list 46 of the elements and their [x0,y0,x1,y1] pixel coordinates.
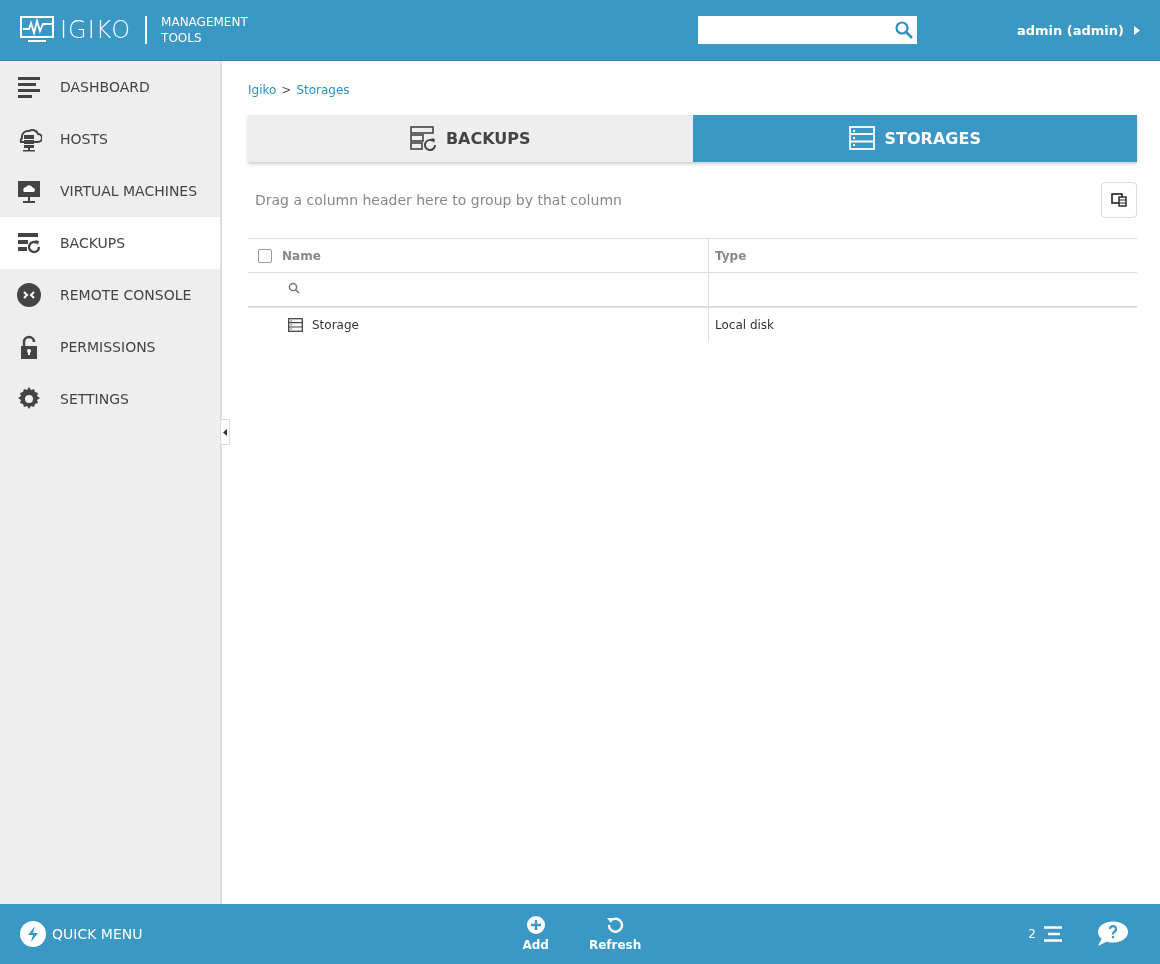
backup-icon [409,126,438,151]
sidebar-item[interactable]: VIRTUAL MACHINES [0,165,220,217]
breadcrumb-link[interactable]: Storages [296,83,350,97]
select-all-checkbox[interactable] [258,248,272,263]
sidebar-item[interactable]: SETTINGS [0,373,220,425]
column-header[interactable]: Name [282,248,321,263]
refresh-button[interactable]: Refresh [588,916,642,952]
logo-icon [20,16,54,44]
tab[interactable]: STORAGES [692,115,1137,162]
group-hint: Drag a column header here to group by that column [255,192,623,208]
search-icon [894,21,913,39]
caret-icon [1134,25,1140,35]
plus-icon [526,916,545,934]
columns-icon [1111,193,1127,207]
sidebar-item[interactable]: REMOTE CONSOLE [0,269,220,321]
sidebar-item[interactable]: HOSTS [0,113,220,165]
column-chooser-button[interactable] [1101,182,1137,218]
help-icon[interactable] [1096,921,1128,947]
nav-icon [16,74,42,100]
storage-icon [288,317,303,332]
task-list-button[interactable]: 2 [1028,926,1062,942]
refresh-icon [606,916,625,934]
list-icon [1044,926,1062,942]
table-cell: Storage [312,317,359,332]
user-name[interactable]: admin (admin) [1016,22,1124,38]
sidebar-item[interactable]: DASHBOARD [0,61,220,113]
logo-subtitle: MANAGEMENT [161,14,248,30]
breadcrumb-separator: > [281,83,292,97]
sidebar-item[interactable]: BACKUPS [0,217,220,269]
column-header[interactable]: Type [715,248,747,263]
quick-menu-button[interactable]: QUICK MENU [20,921,143,947]
table-cell: Local disk [715,317,775,332]
search-field[interactable] [697,16,917,44]
nav-icon [16,178,42,204]
add-button[interactable]: Add [522,916,549,952]
logo-name: IGIKO [60,16,132,44]
storage-icon [848,126,877,151]
nav-icon [16,282,42,308]
breadcrumb-link[interactable]: Igiko [248,83,277,97]
lightning-icon [20,921,46,947]
logo-subtitle: TOOLS [161,30,203,46]
sidebar-item[interactable]: PERMISSIONS [0,321,220,373]
tab[interactable]: BACKUPS [248,115,693,162]
collapse-button[interactable] [221,419,230,445]
nav-icon [16,230,42,256]
search-icon [288,282,300,294]
